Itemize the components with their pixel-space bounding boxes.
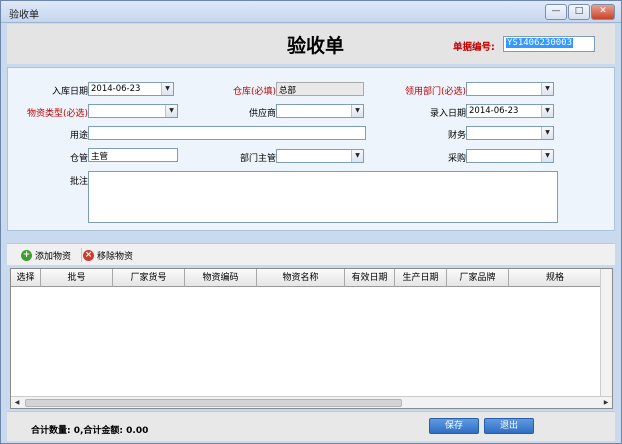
total-summary: 合计数量: 0,合计金额: 0.00	[31, 426, 149, 436]
minimize-button[interactable]: —	[545, 4, 567, 20]
col-header-batch[interactable]: 批号	[41, 269, 113, 287]
docno-label: 单据编号:	[453, 42, 495, 53]
keeper-value: 主管	[91, 152, 109, 162]
minimize-icon: —	[551, 6, 561, 16]
close-button[interactable]: ✕	[591, 4, 615, 20]
vertical-scrollbar[interactable]	[600, 269, 612, 396]
warehouse-value: 总部	[279, 86, 297, 96]
dept-select[interactable]: ▼	[466, 82, 554, 96]
receipt-window: 验收单 — □ ✕ 验收单 单据编号: YS1406230003 入库日期 20…	[0, 0, 622, 444]
dept-head-label: 部门主管	[239, 154, 276, 164]
maximize-icon: □	[574, 6, 584, 16]
finance-label: 财务	[447, 131, 466, 141]
materials-grid[interactable]: 选择 批号 厂家货号 物资编码 物资名称 有效日期 生产日期 厂家品牌 规格 ◀…	[10, 268, 613, 409]
scroll-thumb[interactable]	[25, 399, 402, 407]
entry-date-value: 2014-06-23	[91, 84, 141, 94]
chevron-down-icon: ▼	[161, 83, 173, 95]
form-panel: 入库日期 2014-06-23 ▼ 仓库(必填) 总部 领用部门(必选) ▼ 物…	[7, 67, 615, 231]
material-type-select[interactable]: ▼	[88, 104, 178, 118]
title-bar: 验收单 — □ ✕	[1, 1, 621, 23]
col-header-brand[interactable]: 厂家品牌	[447, 269, 509, 287]
close-icon: ✕	[599, 6, 607, 16]
chevron-down-icon: ▼	[541, 150, 553, 162]
record-date-label: 录入日期	[429, 109, 466, 119]
chevron-down-icon: ▼	[541, 105, 553, 117]
usage-input[interactable]	[88, 126, 366, 140]
warehouse-field: 总部	[276, 82, 364, 96]
purchase-label: 采购	[447, 154, 466, 164]
item-toolbar: + 添加物资 × 移除物资	[7, 243, 615, 265]
docno-input[interactable]: YS1406230003	[503, 36, 595, 52]
chevron-down-icon: ▼	[351, 105, 363, 117]
entry-date-select[interactable]: 2014-06-23 ▼	[88, 82, 174, 96]
supplier-select[interactable]: ▼	[276, 104, 364, 118]
warehouse-label: 仓库(必填)	[232, 87, 276, 97]
docno-value: YS1406230003	[506, 38, 574, 48]
add-material-button[interactable]: + 添加物资	[21, 248, 71, 262]
usage-label: 用途	[69, 131, 88, 141]
save-button[interactable]: 保存	[429, 418, 479, 434]
remove-material-button[interactable]: × 移除物资	[83, 248, 133, 262]
page-title: 验收单	[287, 35, 345, 57]
purchase-select[interactable]: ▼	[466, 149, 554, 163]
plus-icon: +	[21, 249, 32, 261]
record-date-value: 2014-06-23	[469, 106, 519, 116]
supplier-label: 供应商	[248, 109, 276, 119]
keeper-label: 仓管	[69, 154, 88, 164]
col-header-material-code[interactable]: 物资编码	[185, 269, 257, 287]
remark-label: 批注	[69, 177, 88, 187]
remove-material-label: 移除物资	[97, 251, 134, 262]
dept-label: 领用部门(必选)	[404, 87, 466, 97]
footer-bar: 合计数量: 0,合计金额: 0.00 保存 退出	[7, 411, 615, 441]
chevron-down-icon: ▼	[351, 150, 363, 162]
chevron-down-icon: ▼	[541, 127, 553, 139]
maximize-button[interactable]: □	[568, 4, 590, 20]
col-header-material-name[interactable]: 物资名称	[257, 269, 345, 287]
remove-icon: ×	[83, 249, 94, 261]
chevron-down-icon: ▼	[165, 105, 177, 117]
form-header: 验收单 单据编号: YS1406230003	[7, 24, 615, 64]
scroll-left-icon[interactable]: ◀	[11, 397, 23, 409]
chevron-down-icon: ▼	[541, 83, 553, 95]
col-header-spec[interactable]: 规格	[509, 269, 601, 287]
exit-button[interactable]: 退出	[484, 418, 534, 434]
grid-header: 选择 批号 厂家货号 物资编码 物资名称 有效日期 生产日期 厂家品牌 规格	[11, 269, 601, 287]
record-date-select[interactable]: 2014-06-23 ▼	[466, 104, 554, 118]
col-header-expiry-date[interactable]: 有效日期	[345, 269, 395, 287]
finance-select[interactable]: ▼	[466, 126, 554, 140]
add-material-label: 添加物资	[35, 251, 72, 262]
keeper-input[interactable]: 主管	[88, 148, 178, 162]
horizontal-scrollbar[interactable]: ◀ ▶	[11, 396, 612, 408]
scroll-right-icon[interactable]: ▶	[600, 397, 612, 409]
dept-head-select[interactable]: ▼	[276, 149, 364, 163]
toolbar-divider	[81, 248, 82, 262]
entry-date-label: 入库日期	[51, 87, 88, 97]
col-header-select[interactable]: 选择	[11, 269, 41, 287]
material-type-label: 物资类型(必选)	[26, 109, 88, 119]
col-header-vendor-code[interactable]: 厂家货号	[113, 269, 185, 287]
remark-textarea[interactable]	[88, 171, 558, 223]
window-title: 验收单	[9, 10, 39, 21]
col-header-production-date[interactable]: 生产日期	[395, 269, 447, 287]
